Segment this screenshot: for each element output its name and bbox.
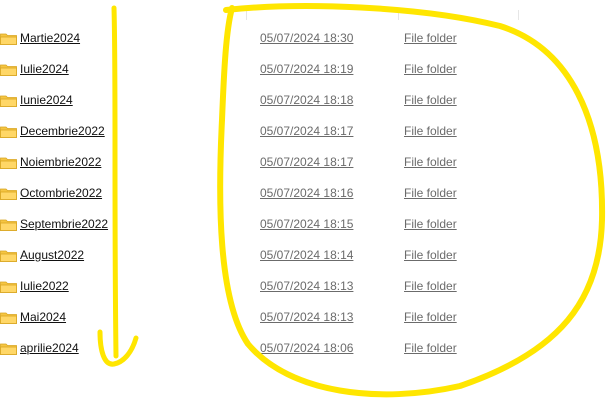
date-modified: 05/07/2024 18:18 xyxy=(260,93,354,107)
folder-row[interactable]: Iulie2024 05/07/2024 18:19 File folder xyxy=(0,59,520,79)
column-divider[interactable] xyxy=(518,10,519,20)
folder-name[interactable]: Noiembrie2022 xyxy=(20,155,101,169)
folder-icon xyxy=(0,312,17,324)
folder-name[interactable]: Martie2024 xyxy=(20,31,80,45)
item-type: File folder xyxy=(404,62,457,76)
item-type: File folder xyxy=(404,248,457,262)
folder-name[interactable]: Iulie2022 xyxy=(20,279,69,293)
date-modified: 05/07/2024 18:15 xyxy=(260,217,354,231)
folder-icon xyxy=(0,126,17,138)
folder-row[interactable]: Mai2024 05/07/2024 18:13 File folder xyxy=(0,307,520,327)
folder-row[interactable]: Iulie2022 05/07/2024 18:13 File folder xyxy=(0,276,520,296)
folder-row[interactable]: aprilie2024 05/07/2024 18:06 File folder xyxy=(0,338,520,358)
folder-name[interactable]: Mai2024 xyxy=(20,310,66,324)
folder-name[interactable]: August2022 xyxy=(20,248,84,262)
folder-name[interactable]: Iulie2024 xyxy=(20,62,69,76)
folder-icon xyxy=(0,250,17,262)
file-list: Martie2024 05/07/2024 18:30 File folder Iul… xyxy=(0,0,610,405)
date-modified: 05/07/2024 18:14 xyxy=(260,248,354,262)
folder-icon xyxy=(0,64,17,76)
folder-icon xyxy=(0,188,17,200)
folder-name[interactable]: Septembrie2022 xyxy=(20,217,108,231)
item-type: File folder xyxy=(404,31,457,45)
date-modified: 05/07/2024 18:13 xyxy=(260,310,354,324)
folder-icon xyxy=(0,219,17,231)
folder-row[interactable]: Septembrie2022 05/07/2024 18:15 File folde… xyxy=(0,214,520,234)
item-type: File folder xyxy=(404,186,457,200)
date-modified: 05/07/2024 18:13 xyxy=(260,279,354,293)
item-type: File folder xyxy=(404,279,457,293)
item-type: File folder xyxy=(404,124,457,138)
folder-name[interactable]: Decembrie2022 xyxy=(20,124,105,138)
folder-icon xyxy=(0,281,17,293)
folder-icon xyxy=(0,33,17,45)
column-divider[interactable] xyxy=(398,10,399,20)
folder-icon xyxy=(0,157,17,169)
folder-row[interactable]: Decembrie2022 05/07/2024 18:17 File folder xyxy=(0,121,520,141)
item-type: File folder xyxy=(404,310,457,324)
item-type: File folder xyxy=(404,217,457,231)
date-modified: 05/07/2024 18:17 xyxy=(260,124,354,138)
folder-icon xyxy=(0,95,17,107)
date-modified: 05/07/2024 18:30 xyxy=(260,31,354,45)
folder-name[interactable]: Octombrie2022 xyxy=(20,186,102,200)
folder-row[interactable]: August2022 05/07/2024 18:14 File folder xyxy=(0,245,520,265)
folder-row[interactable]: Iunie2024 05/07/2024 18:18 File folder xyxy=(0,90,520,110)
folder-name[interactable]: Iunie2024 xyxy=(20,93,73,107)
date-modified: 05/07/2024 18:19 xyxy=(260,62,354,76)
folder-row[interactable]: Octombrie2022 05/07/2024 18:16 File folder xyxy=(0,183,520,203)
folder-row[interactable]: Noiembrie2022 05/07/2024 18:17 File folder xyxy=(0,152,520,172)
date-modified: 05/07/2024 18:16 xyxy=(260,186,354,200)
date-modified: 05/07/2024 18:17 xyxy=(260,155,354,169)
item-type: File folder xyxy=(404,341,457,355)
column-divider[interactable] xyxy=(246,10,247,20)
folder-icon xyxy=(0,343,17,355)
item-type: File folder xyxy=(404,155,457,169)
date-modified: 05/07/2024 18:06 xyxy=(260,341,354,355)
folder-row[interactable]: Martie2024 05/07/2024 18:30 File folder xyxy=(0,28,520,48)
item-type: File folder xyxy=(404,93,457,107)
folder-name[interactable]: aprilie2024 xyxy=(20,341,79,355)
